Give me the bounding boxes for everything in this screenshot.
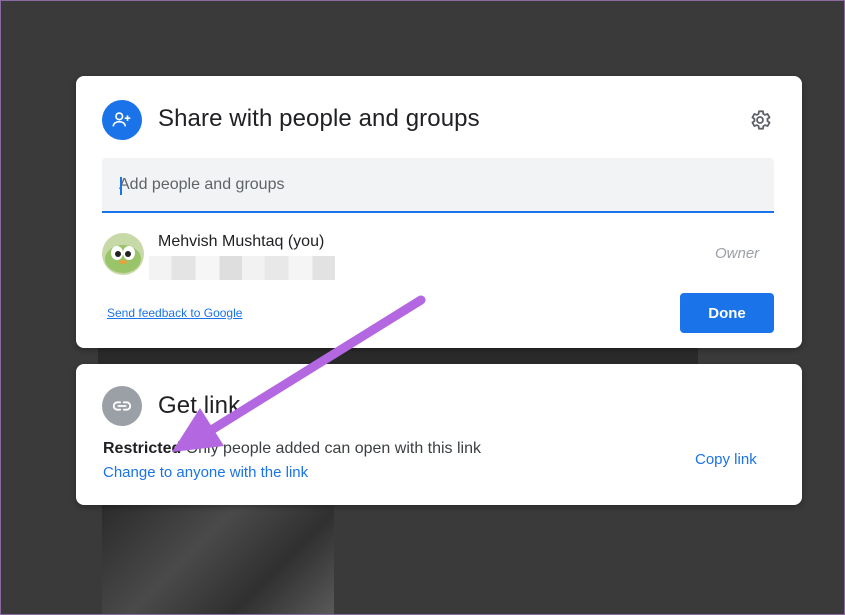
get-link-title: Get link [158,392,241,419]
get-link-dialog[interactable]: Get link Restricted Only people added ca… [76,364,802,505]
text-caret [120,177,122,195]
person-add-icon [102,100,142,140]
link-icon [102,386,142,426]
add-people-field[interactable] [102,158,774,213]
background-photo-cat [102,505,334,615]
access-description: Only people added can open with this lin… [185,440,482,457]
user-name: Mehvish Mushtaq (you) [158,233,325,250]
share-dialog: Share with people and groups Mehvish Mus… [76,76,802,348]
add-people-input[interactable] [119,171,759,199]
change-access-link[interactable]: Change to anyone with the link [103,464,308,481]
access-summary: Restricted Only people added can open wi… [103,440,481,458]
feedback-link[interactable]: Send feedback to Google [107,306,242,320]
avatar [102,233,144,275]
user-email-redacted [149,256,335,280]
done-button[interactable]: Done [680,293,774,333]
gear-icon[interactable] [747,107,773,133]
share-dialog-title: Share with people and groups [158,105,480,132]
access-level: Restricted [103,440,182,457]
copy-link-button[interactable]: Copy link [695,451,757,468]
user-role: Owner [715,245,760,262]
